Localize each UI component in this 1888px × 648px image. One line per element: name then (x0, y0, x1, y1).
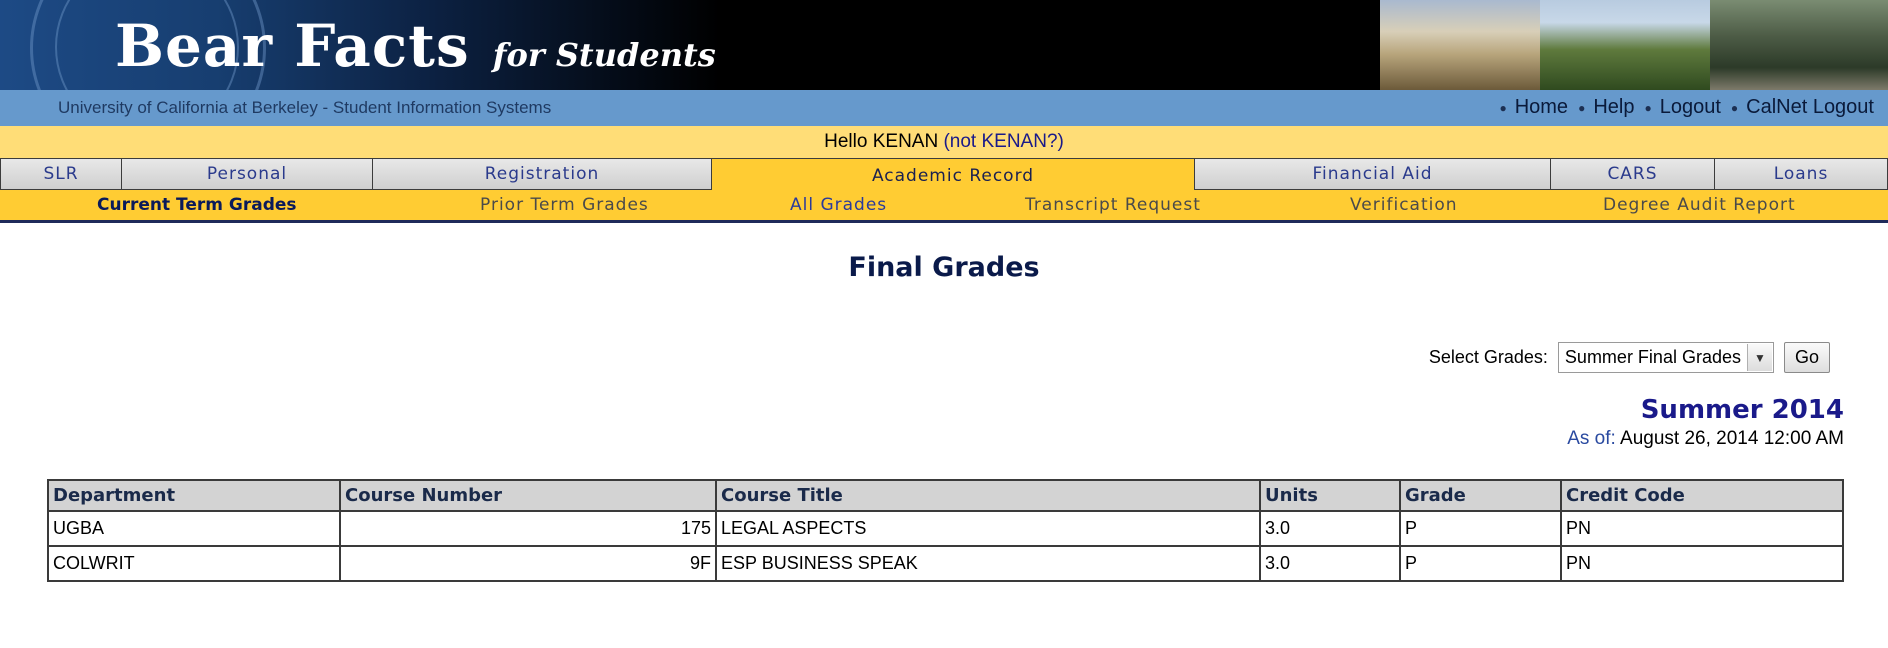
tab-slr[interactable]: SLR (0, 158, 121, 190)
cell-units: 3.0 (1259, 545, 1401, 582)
cell-course-title: ESP BUSINESS SPEAK (715, 545, 1261, 582)
term-heading: Summer 2014 (1640, 395, 1844, 425)
tab-personal[interactable]: Personal (121, 158, 372, 190)
tab-financial-aid[interactable]: Financial Aid (1194, 158, 1550, 190)
select-grades-label: Select Grades: (1428, 347, 1548, 367)
tab-registration[interactable]: Registration (372, 158, 711, 190)
site-banner: Bear Facts for Students (0, 0, 1888, 90)
column-header-units: Units (1259, 479, 1401, 512)
banner-title-sub: for Students (492, 36, 716, 74)
column-header-credit-code: Credit Code (1560, 479, 1844, 512)
banner-title: Bear Facts for Students (115, 12, 716, 80)
bullet-icon: ● (1499, 100, 1507, 115)
column-header-course-title: Course Title (715, 479, 1261, 512)
subtab-prior-term-grades[interactable]: Prior Term Grades (480, 195, 649, 215)
logout-link[interactable]: Logout (1660, 96, 1721, 119)
sub-tabs: Current Term Grades Prior Term Grades Al… (0, 190, 1888, 223)
page-title: Final Grades (848, 252, 1040, 283)
bullet-icon: ● (1578, 100, 1586, 115)
chevron-down-icon[interactable]: ▼ (1746, 344, 1772, 371)
as-of-line: As of: August 26, 2014 12:00 AM (1567, 428, 1844, 450)
calnet-logout-link[interactable]: CalNet Logout (1746, 96, 1874, 119)
table-row: COLWRIT 9F ESP BUSINESS SPEAK 3.0 P PN (47, 545, 1844, 582)
subtab-all-grades[interactable]: All Grades (790, 195, 887, 215)
home-link[interactable]: Home (1515, 96, 1568, 119)
column-header-grade: Grade (1399, 479, 1562, 512)
campus-photo (1380, 0, 1540, 90)
main-tabs: SLR Personal Registration Academic Recor… (0, 158, 1888, 192)
table-row: UGBA 175 LEGAL ASPECTS 3.0 P PN (47, 510, 1844, 547)
greeting: Hello KENAN (not KENAN?) (824, 131, 1064, 152)
as-of-label: As of: (1567, 428, 1616, 449)
cell-units: 3.0 (1259, 510, 1401, 547)
cell-grade: P (1399, 510, 1562, 547)
bullet-icon: ● (1730, 100, 1739, 115)
cell-credit-code: PN (1560, 510, 1844, 547)
university-name: University of California at Berkeley - S… (58, 98, 552, 117)
bullet-icon: ● (1644, 100, 1652, 115)
banner-photos (1380, 0, 1888, 90)
select-grades-row: Select Grades: Summer Final Grades ▼ Go (1429, 342, 1830, 373)
top-links: ● Home ● Help ● Logout ● CalNet Logout (1489, 96, 1874, 119)
subtab-degree-audit-report[interactable]: Degree Audit Report (1603, 195, 1796, 215)
tab-cars[interactable]: CARS (1550, 158, 1714, 190)
info-bar: University of California at Berkeley - S… (0, 90, 1888, 126)
go-button[interactable]: Go (1783, 342, 1830, 373)
subtab-verification[interactable]: Verification (1350, 195, 1458, 215)
subtab-current-term-grades[interactable]: Current Term Grades (97, 195, 297, 215)
select-grades-dropdown[interactable]: Summer Final Grades ▼ (1557, 342, 1774, 373)
banner-title-main: Bear Facts (115, 12, 470, 80)
cell-grade: P (1399, 545, 1562, 582)
select-grades-value: Summer Final Grades (1564, 347, 1741, 367)
cell-department: COLWRIT (47, 545, 341, 582)
cell-course-title: LEGAL ASPECTS (715, 510, 1261, 547)
campus-photo (1540, 0, 1710, 90)
grades-table: Department Course Number Course Title Un… (47, 479, 1844, 582)
subtab-transcript-request[interactable]: Transcript Request (1025, 195, 1201, 215)
cell-course-number: 9F (339, 545, 717, 582)
greeting-bar: Hello KENAN (not KENAN?) (0, 126, 1888, 158)
cell-course-number: 175 (339, 510, 717, 547)
cell-department: UGBA (47, 510, 341, 547)
tab-academic-record[interactable]: Academic Record (711, 158, 1194, 192)
as-of-date: August 26, 2014 12:00 AM (1620, 428, 1844, 449)
greeting-text: Hello KENAN (824, 131, 939, 152)
campus-photo (1710, 0, 1888, 90)
tab-loans[interactable]: Loans (1714, 158, 1888, 190)
column-header-course-number: Course Number (339, 479, 717, 512)
cell-credit-code: PN (1560, 545, 1844, 582)
not-user-link[interactable]: (not KENAN?) (943, 131, 1063, 152)
column-header-department: Department (47, 479, 341, 512)
help-link[interactable]: Help (1593, 96, 1634, 119)
table-header-row: Department Course Number Course Title Un… (47, 479, 1844, 512)
